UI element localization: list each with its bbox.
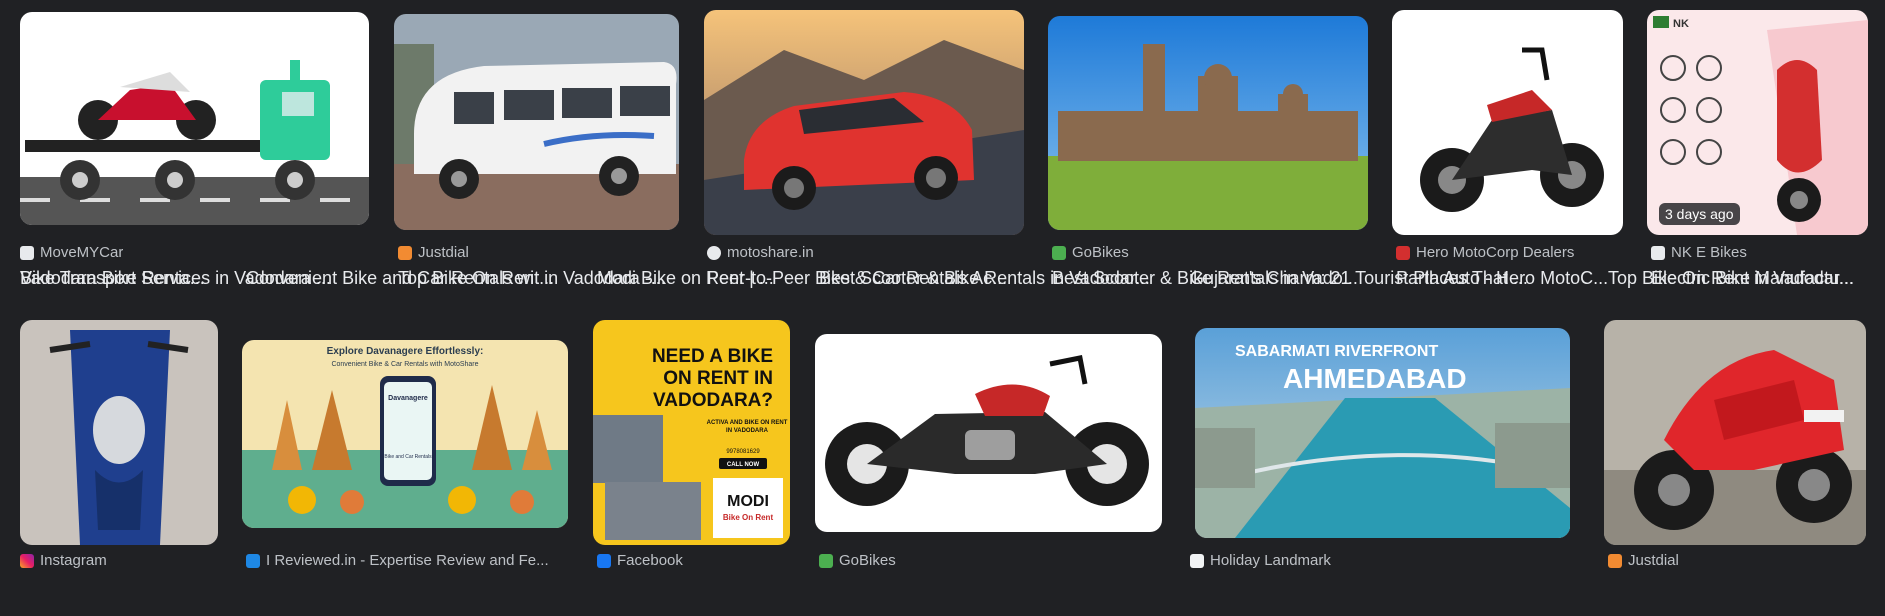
result-image[interactable]: SABARMATI RIVERFRONT AHMEDABAD bbox=[1195, 328, 1570, 538]
ad-headline-1: NEED A BIKE bbox=[652, 346, 773, 367]
nk-e-bikes-favicon-icon bbox=[1651, 245, 1665, 260]
gobikes-favicon-icon bbox=[1052, 245, 1066, 260]
nk-logo-text: NK bbox=[1673, 18, 1689, 30]
result-title[interactable]: Convenient Bike and Car Rentals wit... bbox=[246, 268, 568, 289]
ad-brand-sub: Bike On Rent bbox=[723, 513, 774, 522]
result-source[interactable]: I Reviewed.in - Expertise Review and Fe.… bbox=[246, 552, 549, 569]
result-source[interactable]: MoveMYCar bbox=[20, 244, 123, 261]
result-image[interactable] bbox=[704, 10, 1024, 235]
facebook-favicon-icon bbox=[597, 553, 611, 568]
result-source[interactable]: Holiday Landmark bbox=[1190, 552, 1331, 569]
result-source[interactable]: Instagram bbox=[20, 552, 107, 569]
image-overlay-line-1: SABARMATI RIVERFRONT bbox=[1235, 343, 1438, 360]
justdial-favicon-icon bbox=[398, 245, 412, 260]
ad-subline-1: ACTIVA AND BIKE ON RENT bbox=[707, 420, 788, 426]
result-source[interactable]: Hero MotoCorp Dealers bbox=[1396, 244, 1574, 261]
result-title[interactable]: Best Scooter & Bike Rentals in Vadodar..… bbox=[819, 268, 1167, 289]
app-title-text: Bike and Car Rentals bbox=[384, 454, 432, 460]
result-title[interactable]: Modi Bike on Rent | ... bbox=[597, 268, 783, 289]
image-overlay-line-2: AHMEDABAD bbox=[1283, 363, 1467, 394]
image-heading-text: Explore Davanagere Effortlessly: bbox=[327, 346, 484, 357]
result-image[interactable]: NK 3 days ago bbox=[1647, 10, 1868, 235]
result-image[interactable] bbox=[1604, 320, 1866, 545]
age-badge: 3 days ago bbox=[1659, 203, 1740, 225]
result-image[interactable]: NEED A BIKE ON RENT IN VADODARA? ACTIVA … bbox=[593, 320, 790, 545]
result-title[interactable]: Gujarat's Charm: 21 Tourist Places That … bbox=[1190, 268, 1578, 289]
gobikes-favicon-icon bbox=[819, 553, 833, 568]
hero-motocorp-favicon-icon bbox=[1396, 245, 1410, 260]
result-source[interactable]: motoshare.in bbox=[707, 244, 814, 261]
result-image[interactable] bbox=[815, 334, 1162, 532]
image-subheading-text: Convenient Bike & Car Rentals with MotoS… bbox=[331, 361, 478, 368]
motoshare-favicon-icon bbox=[707, 245, 721, 260]
holiday-landmark-favicon-icon bbox=[1190, 553, 1204, 568]
result-source[interactable]: GoBikes bbox=[1052, 244, 1129, 261]
result-image[interactable] bbox=[1392, 10, 1623, 235]
ad-headline-3: VADODARA? bbox=[653, 390, 773, 411]
result-source[interactable]: Facebook bbox=[597, 552, 683, 569]
result-image[interactable] bbox=[20, 12, 369, 225]
result-source[interactable]: Justdial bbox=[398, 244, 469, 261]
ireviewed-favicon-icon bbox=[246, 553, 260, 568]
ad-phone: 9978081629 bbox=[726, 449, 760, 455]
result-title[interactable]: Top Bike On Rent in Vadodar... bbox=[1608, 268, 1870, 289]
ad-headline-2: ON RENT IN bbox=[663, 368, 773, 389]
movemycar-favicon-icon bbox=[20, 245, 34, 260]
ad-call-now: CALL NOW bbox=[727, 462, 760, 468]
instagram-favicon-icon bbox=[20, 553, 34, 568]
result-title[interactable]: Vadodara Bike Renta... bbox=[20, 268, 220, 289]
result-source[interactable]: GoBikes bbox=[819, 552, 896, 569]
app-city-text: Davanagere bbox=[388, 395, 428, 402]
result-source[interactable]: Justdial bbox=[1608, 552, 1679, 569]
justdial-favicon-icon bbox=[1608, 553, 1622, 568]
ad-brand: MODI bbox=[727, 493, 769, 510]
result-image[interactable]: Explore Davanagere Effortlessly: Conveni… bbox=[242, 340, 568, 528]
ad-subline-2: IN VADODARA bbox=[726, 428, 769, 434]
result-image[interactable] bbox=[394, 14, 679, 230]
result-image[interactable] bbox=[1048, 16, 1368, 230]
result-image[interactable] bbox=[20, 320, 218, 545]
result-source[interactable]: NK E Bikes bbox=[1651, 244, 1747, 261]
